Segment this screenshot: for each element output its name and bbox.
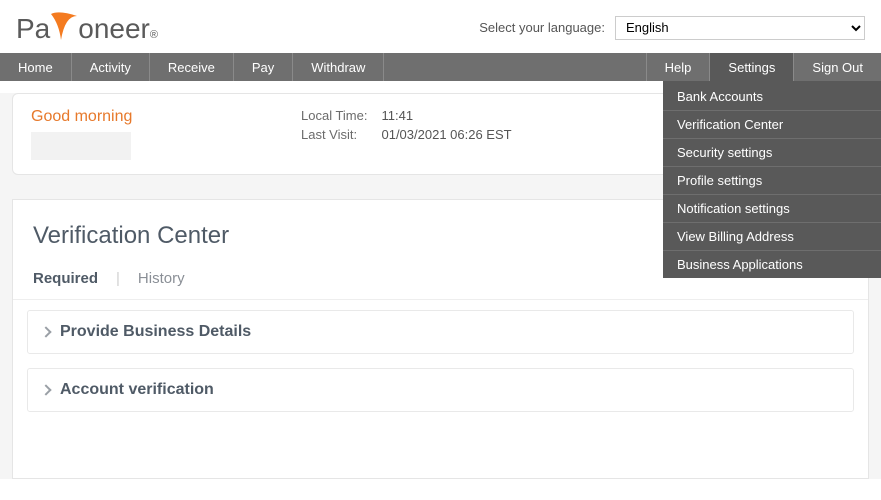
- tab-divider: |: [116, 270, 120, 287]
- menu-view-billing-address[interactable]: View Billing Address: [663, 222, 881, 250]
- req-item-business-details[interactable]: Provide Business Details: [27, 310, 854, 354]
- req-item-account-verification[interactable]: Account verification: [27, 368, 854, 412]
- menu-business-applications[interactable]: Business Applications: [663, 250, 881, 278]
- nav-bar: Home Activity Receive Pay Withdraw Help …: [0, 53, 881, 81]
- menu-profile-settings[interactable]: Profile settings: [663, 166, 881, 194]
- tab-history[interactable]: History: [138, 270, 185, 287]
- settings-dropdown: Bank Accounts Verification Center Securi…: [663, 81, 881, 278]
- logo-text-pa: Pa: [16, 13, 50, 45]
- menu-notification-settings[interactable]: Notification settings: [663, 194, 881, 222]
- menu-security-settings[interactable]: Security settings: [663, 138, 881, 166]
- nav-home[interactable]: Home: [0, 53, 72, 81]
- local-time-value: 11:41: [381, 108, 511, 123]
- language-select[interactable]: English: [615, 16, 865, 40]
- nav-activity[interactable]: Activity: [72, 53, 150, 81]
- greeting-text: Good morning: [31, 108, 181, 126]
- last-visit-value: 01/03/2021 06:26 EST: [381, 127, 511, 142]
- local-time-label: Local Time:: [301, 108, 367, 123]
- nav-pay[interactable]: Pay: [234, 53, 293, 81]
- nav-withdraw[interactable]: Withdraw: [293, 53, 384, 81]
- logo-swoosh-icon: [50, 10, 78, 45]
- nav-help[interactable]: Help: [646, 53, 710, 81]
- menu-bank-accounts[interactable]: Bank Accounts: [663, 81, 881, 110]
- req-item-label: Provide Business Details: [60, 323, 251, 341]
- nav-signout[interactable]: Sign Out: [793, 53, 881, 81]
- chevron-right-icon: [40, 384, 51, 395]
- tab-required[interactable]: Required: [33, 270, 98, 287]
- req-item-label: Account verification: [60, 381, 214, 399]
- nav-receive[interactable]: Receive: [150, 53, 234, 81]
- language-label: Select your language:: [479, 20, 605, 35]
- menu-verification-center[interactable]: Verification Center: [663, 110, 881, 138]
- greeting-name-placeholder: [31, 132, 131, 160]
- logo-text-oneer: oneer: [78, 13, 150, 45]
- chevron-right-icon: [40, 326, 51, 337]
- last-visit-label: Last Visit:: [301, 127, 367, 142]
- logo: Pa oneer ®: [16, 10, 158, 45]
- nav-settings[interactable]: Settings: [709, 53, 793, 81]
- logo-registered: ®: [150, 29, 158, 41]
